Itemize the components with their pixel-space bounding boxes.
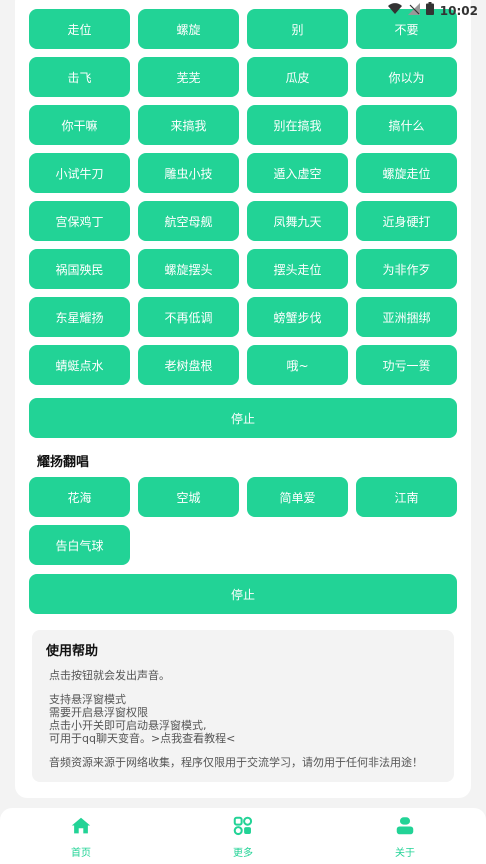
sound-button-11[interactable]: 别在搞我 — [247, 105, 348, 145]
stop-button[interactable]: 停止 — [29, 398, 457, 438]
help-line: 点击小开关即可启动悬浮窗模式, — [49, 719, 207, 732]
wifi-icon — [387, 2, 402, 19]
help-line: 支持悬浮窗模式 — [49, 693, 126, 706]
sound-button-18[interactable]: 航空母舰 — [138, 201, 239, 241]
sound-button-16[interactable]: 螺旋走位 — [356, 153, 457, 193]
song-button-4[interactable]: 江南 — [356, 477, 457, 517]
stop-songs-button[interactable]: 停止 — [29, 574, 457, 614]
sound-button-17[interactable]: 宫保鸡丁 — [29, 201, 130, 241]
sound-button-29[interactable]: 蜻蜓点水 — [29, 345, 130, 385]
nav-about[interactable]: 关于 — [324, 808, 486, 864]
help-title: 使用帮助 — [46, 644, 99, 659]
sound-button-7[interactable]: 瓜皮 — [247, 57, 348, 97]
bottom-nav: 首页 更多 关于 — [0, 808, 486, 864]
apps-icon — [232, 815, 254, 840]
nav-home[interactable]: 首页 — [0, 808, 162, 864]
sound-button-31[interactable]: 哦~ — [247, 345, 348, 385]
song-button-2[interactable]: 空城 — [138, 477, 239, 517]
sound-button-26[interactable]: 不再低调 — [138, 297, 239, 337]
song-button-3[interactable]: 简单爱 — [247, 477, 348, 517]
sound-button-10[interactable]: 来搞我 — [138, 105, 239, 145]
help-panel: 使用帮助 点击按钮就会发出声音。 支持悬浮窗模式 需要开启悬浮窗权限 点击小开关… — [32, 630, 454, 782]
sound-button-27[interactable]: 螃蟹步伐 — [247, 297, 348, 337]
disclaimer-text: 音频资源来源于网络收集，程序仅限用于交流学习，请勿用于任何非法用途！ — [49, 756, 423, 769]
sound-button-21[interactable]: 祸国殃民 — [29, 249, 130, 289]
song-button-1[interactable]: 花海 — [29, 477, 130, 517]
tutorial-link[interactable]: 可用于qq聊天变音。>点我查看教程< — [46, 732, 440, 745]
nav-about-label: 关于 — [395, 848, 415, 859]
sound-button-24[interactable]: 为非作歹 — [356, 249, 457, 289]
sound-button-8[interactable]: 你以为 — [356, 57, 457, 97]
home-icon — [70, 815, 92, 840]
sound-button-28[interactable]: 亚洲捆绑 — [356, 297, 457, 337]
sound-button-14[interactable]: 雕虫小技 — [138, 153, 239, 193]
nav-home-label: 首页 — [71, 848, 91, 859]
sound-button-20[interactable]: 近身硬打 — [356, 201, 457, 241]
sound-button-grid: 走位 螺旋别不要 击飞 芜芜 瓜皮 你以为 你干嘛 来搞我 别在搞我 搞什么 小试牛刀 雕虫小技 遁入虚… — [29, 9, 457, 385]
nav-more[interactable]: 更多 — [162, 808, 324, 864]
sound-button-23[interactable]: 摆头走位 — [247, 249, 348, 289]
status-time: 10:02 — [439, 3, 478, 18]
sound-button-19[interactable]: 凤舞九天 — [247, 201, 348, 241]
sound-button-30[interactable]: 老树盘根 — [138, 345, 239, 385]
sound-button-15[interactable]: 遁入虚空 — [247, 153, 348, 193]
sound-button-12[interactable]: 搞什么 — [356, 105, 457, 145]
song-button-5[interactable]: 告白气球 — [29, 525, 130, 565]
section-title-covers: 耀扬翻唱 — [37, 455, 90, 470]
sound-button-32[interactable]: 功亏一篑 — [356, 345, 457, 385]
signal-icon — [407, 2, 420, 19]
sound-button-13[interactable]: 小试牛刀 — [29, 153, 130, 193]
sound-button-9[interactable]: 你干嘛 — [29, 105, 130, 145]
help-line: 点击按钮就会发出声音。 — [49, 669, 170, 682]
status-bar: 10:02 — [0, 0, 486, 20]
help-line: 需要开启悬浮窗权限 — [49, 706, 148, 719]
song-button-grid: 花海 空城 简单爱 江南告白气球 — [29, 477, 457, 565]
user-icon — [394, 815, 416, 840]
nav-more-label: 更多 — [233, 848, 253, 859]
battery-icon — [425, 2, 434, 19]
sound-button-6[interactable]: 芜芜 — [138, 57, 239, 97]
sound-button-25[interactable]: 东星耀扬 — [29, 297, 130, 337]
sound-button-5[interactable]: 击飞 — [29, 57, 130, 97]
sound-button-22[interactable]: 螺旋摆头 — [138, 249, 239, 289]
